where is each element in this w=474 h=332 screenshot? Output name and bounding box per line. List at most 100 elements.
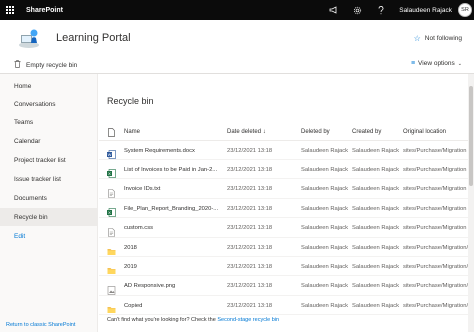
row-original-location: sites/Purchase/Migration/N	[403, 283, 468, 290]
row-deleted-by: Salaudeen Rajack	[301, 263, 349, 270]
row-created-by: Salaudeen Rajack	[352, 186, 400, 193]
text-file-icon	[107, 185, 116, 198]
trash-icon	[14, 60, 21, 70]
svg-text:X: X	[108, 210, 111, 215]
gear-icon[interactable]	[345, 0, 369, 20]
excel-file-icon: X	[107, 165, 116, 179]
nav-item-home[interactable]: Home	[0, 77, 98, 95]
table-row[interactable]: 2018 23/12/2021 13:18 Salaudeen Rajack Sala…	[99, 238, 468, 257]
row-date-deleted: 23/12/2021 13:18	[227, 205, 273, 212]
folder-file-icon	[107, 301, 116, 314]
row-deleted-by: Salaudeen Rajack	[301, 283, 349, 290]
file-type-header-icon[interactable]	[108, 126, 115, 138]
row-deleted-by: Salaudeen Rajack	[301, 205, 349, 212]
table-row[interactable]: W System Requirements.docx 23/12/2021 13:1…	[99, 141, 468, 160]
main-content: Recycle bin Name Date deleted ↓ Deleted …	[99, 74, 474, 332]
row-name[interactable]: Copied	[124, 296, 222, 315]
excel-file-icon: X	[107, 204, 116, 217]
table-row[interactable]: AD Responsive.png 23/12/2021 13:18 Salaude…	[99, 277, 468, 296]
row-name[interactable]: File_Plan_Report_Branding_2020-...	[124, 199, 222, 218]
row-original-location: sites/Purchase/Migration/N	[403, 263, 468, 270]
row-created-by: Salaudeen Rajack	[352, 263, 400, 270]
row-deleted-by: Salaudeen Rajack	[301, 186, 349, 193]
row-name[interactable]: System Requirements.docx	[124, 141, 222, 160]
empty-recycle-bin-button[interactable]: Empty recycle bin	[14, 60, 77, 70]
row-name[interactable]: Invoice IDs.txt	[124, 180, 222, 199]
second-stage-recycle-bin-link[interactable]: Second-stage recycle bin	[217, 317, 279, 323]
site-logo-icon[interactable]	[17, 26, 41, 50]
user-name[interactable]: Salaudeen Rajack	[399, 7, 452, 14]
column-header-created-by[interactable]: Created by	[352, 126, 381, 138]
column-header-date-deleted[interactable]: Date deleted ↓	[227, 126, 266, 138]
nav-item-conversations[interactable]: Conversations	[0, 95, 98, 113]
site-title[interactable]: Learning Portal	[56, 32, 131, 44]
table-row[interactable]: Copied 23/12/2021 13:18 Salaudeen Rajack Sa…	[99, 296, 468, 316]
row-deleted-by: Salaudeen Rajack	[301, 166, 349, 173]
nav-edit-link[interactable]: Edit	[0, 227, 98, 245]
row-created-by: Salaudeen Rajack	[352, 244, 400, 251]
follow-label: Not following	[424, 35, 462, 42]
table-row[interactable]: 2019 23/12/2021 13:18 Salaudeen Rajack Sala…	[99, 257, 468, 277]
help-icon[interactable]	[369, 0, 393, 20]
word-file-icon: W	[107, 146, 116, 159]
nav-item-issue-tracker-list[interactable]: Issue tracker list	[0, 170, 98, 188]
row-deleted-by: Salaudeen Rajack	[301, 147, 349, 154]
nav-item-documents[interactable]: Documents	[0, 189, 98, 207]
scrollbar[interactable]	[468, 74, 474, 332]
empty-recycle-bin-label: Empty recycle bin	[26, 61, 78, 69]
page-title: Recycle bin	[107, 96, 154, 106]
table-row[interactable]: X List of Invoices to be Paid in Jan-2...…	[99, 160, 468, 180]
row-date-deleted: 23/12/2021 13:18	[227, 244, 273, 251]
table-row[interactable]: Invoice IDs.txt 23/12/2021 13:18 Salaudeen…	[99, 180, 468, 199]
megaphone-icon[interactable]	[321, 0, 345, 20]
row-original-location: sites/Purchase/Migration	[403, 186, 467, 193]
row-created-by: Salaudeen Rajack	[352, 283, 400, 290]
follow-button[interactable]: ☆ Not following	[414, 34, 462, 43]
svg-text:W: W	[108, 152, 112, 157]
row-date-deleted: 23/12/2021 13:18	[227, 263, 273, 270]
suite-bar: SharePoint Salaudeen Rajack SR	[0, 0, 474, 20]
row-name[interactable]: List of Invoices to be Paid in Jan-2...	[124, 160, 222, 179]
row-name[interactable]: 2019	[124, 257, 222, 276]
scroll-thumb[interactable]	[469, 86, 473, 186]
row-original-location: sites/Purchase/Migration	[403, 225, 467, 232]
column-header-deleted-by[interactable]: Deleted by	[301, 126, 330, 138]
nav-item-project-tracker-list[interactable]: Project tracker list	[0, 151, 98, 169]
svg-text:X: X	[108, 171, 111, 176]
waffle-icon[interactable]	[0, 0, 20, 20]
return-to-classic-link[interactable]: Return to classic SharePoint	[6, 322, 75, 328]
image-file-icon	[107, 282, 116, 295]
row-name[interactable]: 2018	[124, 238, 222, 257]
row-name[interactable]: AD Responsive.png	[124, 277, 222, 296]
nav-item-calendar[interactable]: Calendar	[0, 132, 98, 150]
row-deleted-by: Salaudeen Rajack	[301, 225, 349, 232]
row-deleted-by: Salaudeen Rajack	[301, 302, 349, 309]
column-header-name[interactable]: Name	[124, 126, 140, 138]
row-original-location: sites/Purchase/Migration	[403, 166, 467, 173]
left-navigation: Home Conversations Teams Calendar Projec…	[0, 74, 98, 332]
table-row[interactable]: custom.css 23/12/2021 13:18 Salaudeen Raja…	[99, 219, 468, 238]
row-date-deleted: 23/12/2021 13:18	[227, 283, 273, 290]
row-date-deleted: 23/12/2021 13:18	[227, 147, 273, 154]
row-date-deleted: 23/12/2021 13:18	[227, 225, 273, 232]
chevron-down-icon: ⌄	[457, 60, 462, 67]
star-icon: ☆	[413, 34, 421, 43]
site-header: Learning Portal ☆ Not following	[0, 20, 474, 56]
avatar[interactable]: SR	[458, 3, 472, 17]
row-name[interactable]: custom.css	[124, 219, 222, 238]
app-name[interactable]: SharePoint	[26, 7, 63, 14]
row-date-deleted: 23/12/2021 13:18	[227, 166, 273, 173]
table-row[interactable]: X File_Plan_Report_Branding_2020-... 23/12…	[99, 199, 468, 219]
row-created-by: Salaudeen Rajack	[352, 302, 400, 309]
nav-item-teams[interactable]: Teams	[0, 113, 98, 131]
folder-file-icon	[107, 243, 116, 255]
footer-text: Can't find what you're looking for? Chec…	[107, 317, 216, 323]
footer-note: Can't find what you're looking for? Chec…	[107, 317, 279, 323]
list-icon: ≡	[410, 60, 416, 67]
column-header-original-location[interactable]: Original location	[403, 126, 446, 138]
text-file-icon	[107, 224, 116, 237]
nav-item-recycle-bin[interactable]: Recycle bin	[0, 208, 98, 226]
view-options-button[interactable]: ≡ View options ⌄	[411, 60, 462, 67]
row-created-by: Salaudeen Rajack	[352, 166, 400, 173]
row-created-by: Salaudeen Rajack	[352, 147, 400, 154]
